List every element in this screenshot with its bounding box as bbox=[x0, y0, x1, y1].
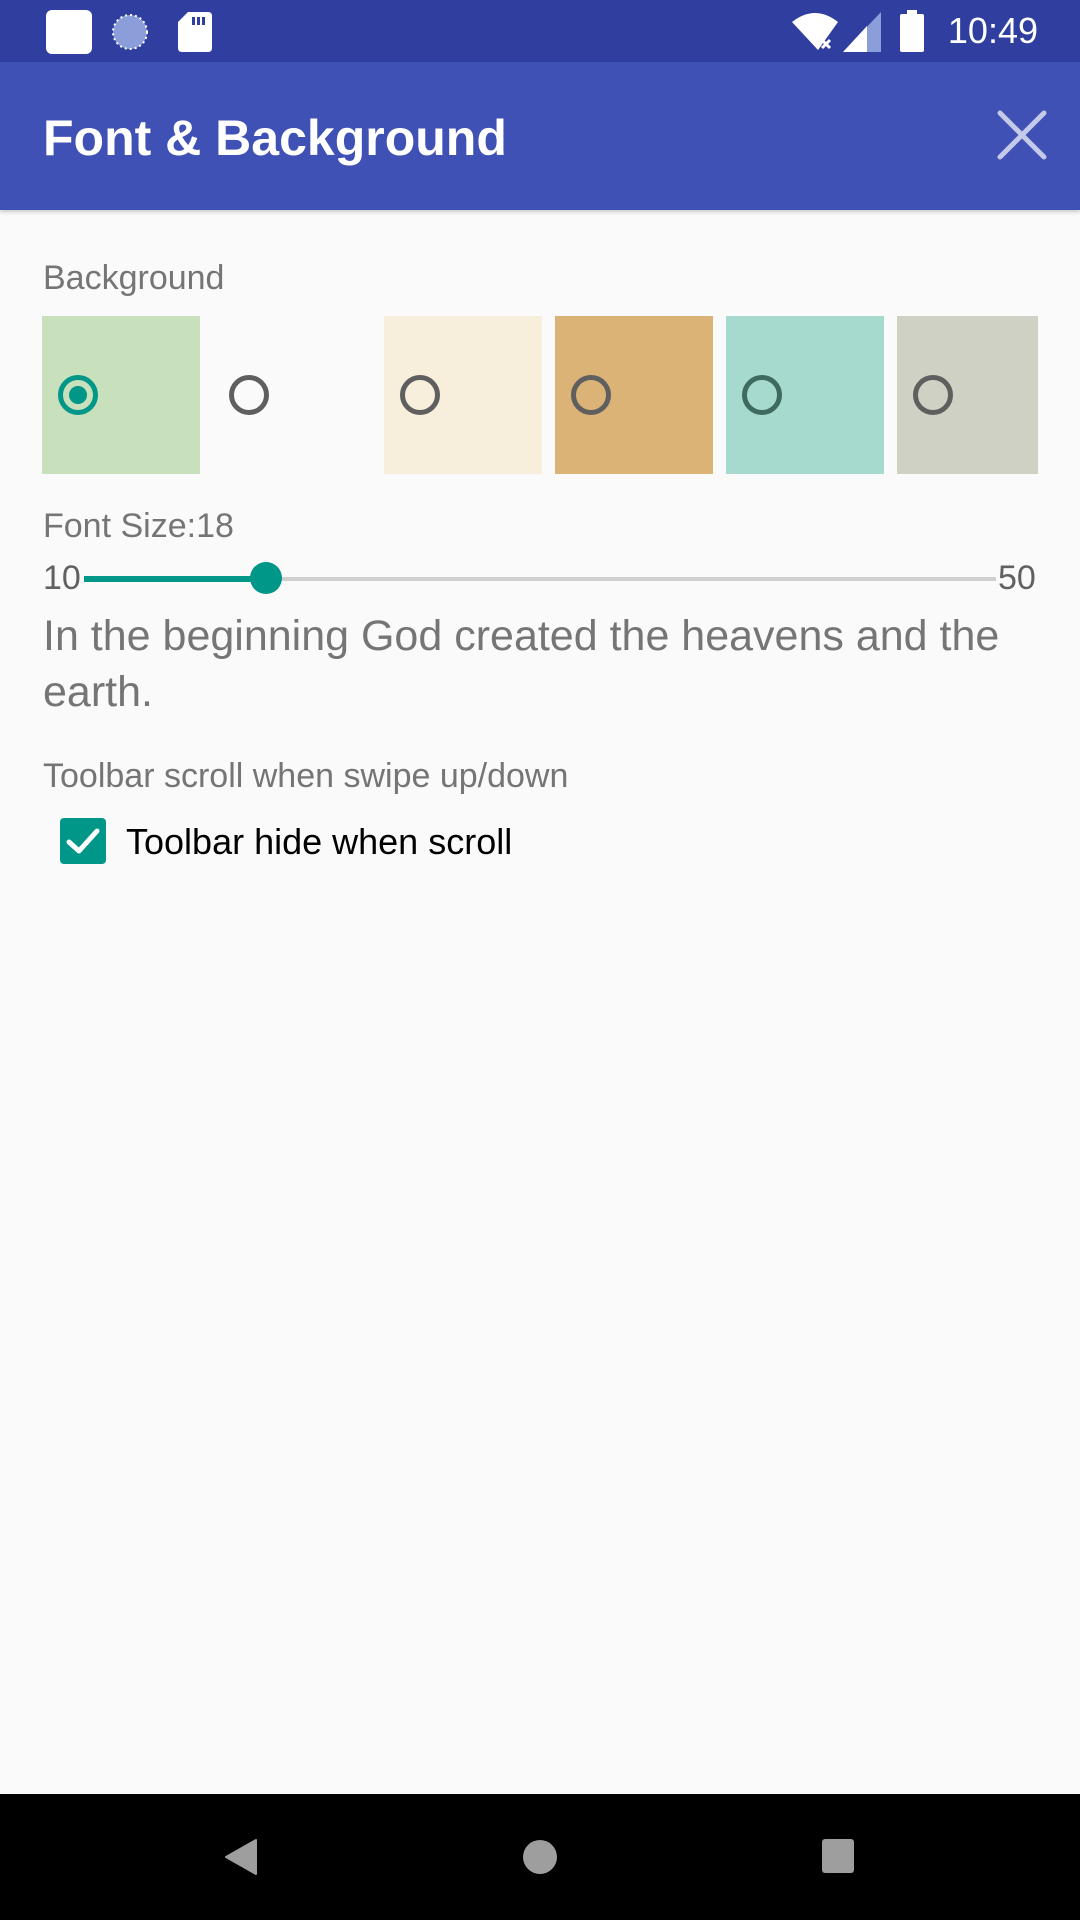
font-size-label: Font Size:18 bbox=[43, 507, 234, 545]
background-option-gray[interactable] bbox=[897, 316, 1038, 474]
wifi-no-internet-icon bbox=[792, 13, 838, 50]
toolbar-section-label: Toolbar scroll when swipe up/down bbox=[43, 757, 569, 795]
clock: 10:49 bbox=[947, 10, 1038, 51]
radio-selected[interactable] bbox=[58, 375, 98, 415]
background-option-tan[interactable] bbox=[555, 316, 713, 474]
background-label: Background bbox=[43, 259, 225, 297]
radio-unselected[interactable] bbox=[229, 375, 269, 415]
home-icon[interactable] bbox=[521, 1838, 559, 1876]
radio-unselected[interactable] bbox=[400, 375, 440, 415]
slider-max-label: 50 bbox=[998, 559, 1036, 597]
font-preview-text: In the beginning God created the heavens… bbox=[43, 612, 1000, 716]
battery-icon bbox=[900, 10, 924, 52]
close-icon bbox=[997, 110, 1047, 160]
notification-square-icon bbox=[46, 10, 92, 54]
radio-unselected[interactable] bbox=[571, 375, 611, 415]
slider-thumb[interactable] bbox=[250, 562, 283, 594]
navigation-bar bbox=[0, 1794, 1080, 1920]
signal-icon bbox=[843, 12, 881, 52]
sd-card-icon bbox=[178, 12, 212, 52]
font-size-slider[interactable] bbox=[84, 562, 996, 594]
slider-fill bbox=[84, 576, 267, 582]
app-bar: Font & Background bbox=[0, 62, 1080, 210]
status-bar: 10:49 bbox=[0, 0, 1080, 62]
page-title: Font & Background bbox=[43, 110, 507, 166]
slider-min-label: 10 bbox=[43, 559, 81, 597]
background-option-white[interactable] bbox=[213, 316, 371, 474]
recents-icon[interactable] bbox=[821, 1838, 855, 1874]
radio-unselected[interactable] bbox=[913, 375, 953, 415]
toolbar-hide-label: Toolbar hide when scroll bbox=[126, 821, 513, 862]
background-option-cream[interactable] bbox=[384, 316, 542, 474]
back-icon[interactable] bbox=[222, 1838, 260, 1876]
radio-unselected[interactable] bbox=[742, 375, 782, 415]
checkmark-icon bbox=[66, 828, 100, 854]
sync-icon bbox=[112, 14, 148, 50]
background-option-green[interactable] bbox=[42, 316, 200, 474]
background-option-aqua[interactable] bbox=[726, 316, 884, 474]
toolbar-hide-checkbox[interactable] bbox=[60, 818, 106, 864]
close-button[interactable] bbox=[994, 107, 1050, 163]
